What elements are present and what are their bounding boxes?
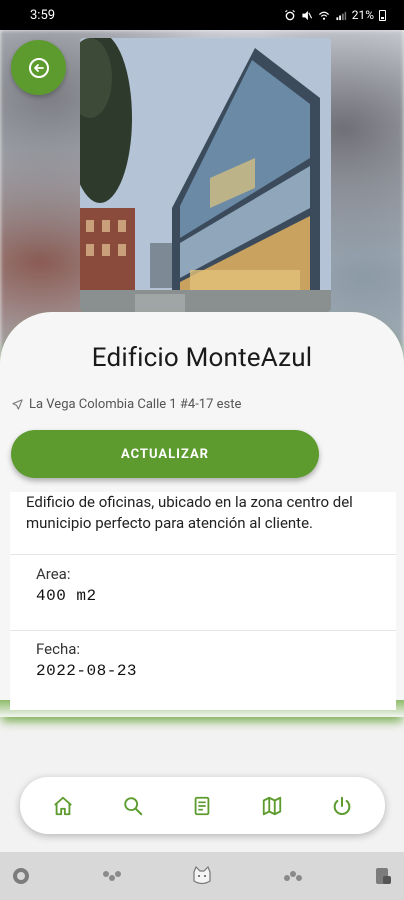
document-icon	[195, 796, 210, 815]
area-label: Area:	[36, 565, 71, 583]
back-arrow-icon	[28, 57, 49, 78]
divider	[10, 554, 396, 555]
status-time: 3:59	[30, 7, 56, 23]
nav-logout[interactable]	[322, 786, 362, 826]
wifi-icon	[318, 11, 329, 20]
date-label: Fecha:	[36, 640, 80, 658]
search-icon	[123, 796, 142, 815]
alarm-icon	[284, 9, 295, 20]
back-button[interactable]	[11, 40, 66, 95]
divider	[10, 630, 396, 631]
building-description: Edificio de oficinas, ubicado en la zona…	[26, 493, 353, 532]
building-address: La Vega Colombia Calle 1 #4-17 este	[12, 397, 241, 412]
home-icon	[54, 796, 72, 815]
signal-icon	[336, 11, 346, 20]
battery-icon	[379, 9, 386, 21]
building-title: Edificio MonteAzul	[91, 343, 313, 373]
nav-map[interactable]	[252, 786, 292, 826]
power-icon	[333, 796, 351, 815]
bottom-navigation	[20, 777, 385, 834]
building-illustration	[80, 38, 331, 312]
building-image	[80, 38, 331, 312]
mute-icon	[302, 10, 312, 20]
battery-level: 21%	[351, 8, 374, 22]
app-icon-4[interactable]	[282, 865, 304, 887]
app-icon-2[interactable]	[101, 865, 123, 887]
location-arrow-icon	[12, 399, 23, 410]
app-icon-5[interactable]	[372, 865, 394, 887]
area-value: 400 m2	[36, 587, 97, 605]
app-icon-3[interactable]	[191, 865, 213, 887]
nav-documents[interactable]	[182, 786, 222, 826]
nav-search[interactable]	[113, 786, 153, 826]
status-icons: 21%	[284, 8, 386, 22]
nav-home[interactable]	[43, 786, 83, 826]
system-bar	[0, 852, 404, 900]
update-button[interactable]: ACTUALIZAR	[11, 430, 319, 478]
date-value: 2022-08-23	[36, 662, 138, 680]
status-bar: 3:59 21%	[0, 0, 404, 30]
map-icon	[263, 796, 282, 815]
app-icon-1[interactable]	[10, 865, 32, 887]
address-text: La Vega Colombia Calle 1 #4-17 este	[29, 397, 242, 412]
